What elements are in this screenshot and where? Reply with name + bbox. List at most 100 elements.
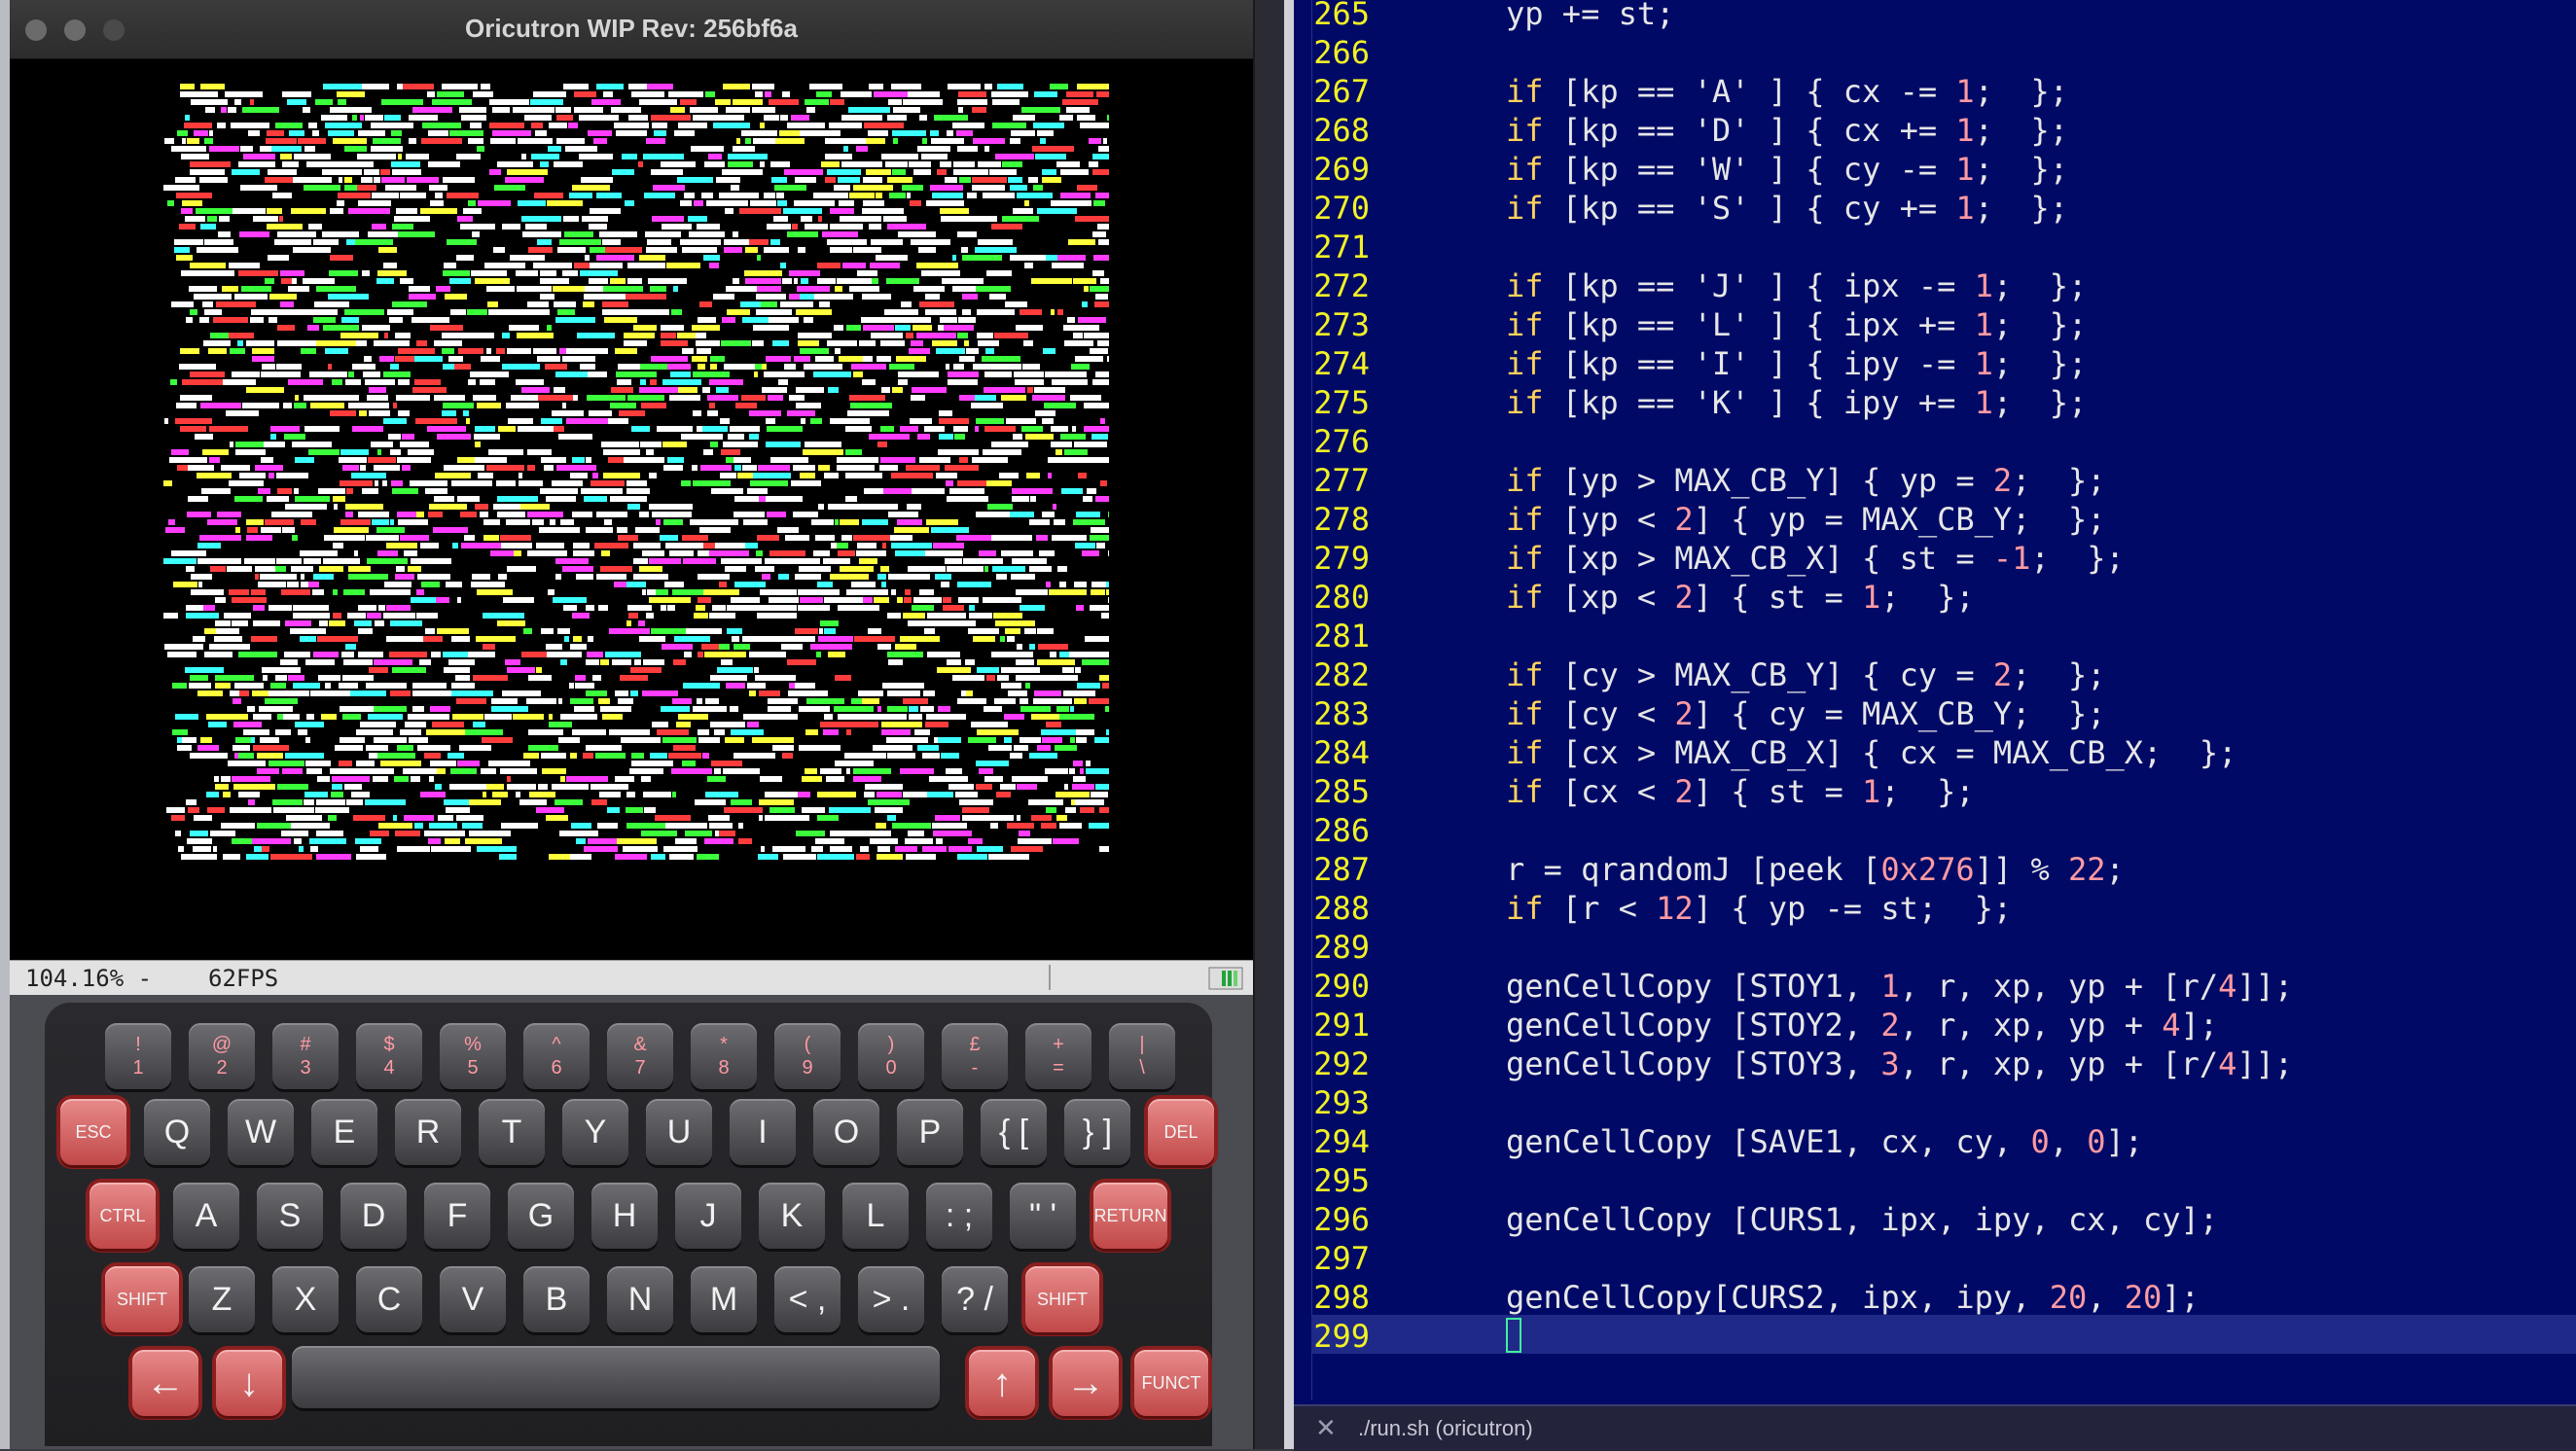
screen-noise-block: [745, 543, 758, 549]
key-v[interactable]: V: [440, 1266, 506, 1332]
right-arrow-key[interactable]: →: [1053, 1350, 1119, 1416]
screen-noise-block: [733, 231, 738, 237]
up-arrow-key[interactable]: ↑: [969, 1350, 1035, 1416]
key-funct[interactable]: FUNCT: [1134, 1350, 1208, 1416]
key-i[interactable]: I: [730, 1099, 796, 1165]
key-symbol[interactable]: " ': [1010, 1183, 1076, 1249]
key-t[interactable]: T: [479, 1099, 545, 1165]
key-symbol[interactable]: : ;: [926, 1183, 992, 1249]
code-line[interactable]: if [cy > MAX_CB_Y] { cy = 2; };: [1506, 655, 2106, 694]
key-q[interactable]: Q: [144, 1099, 210, 1165]
key-symbol[interactable]: } ]: [1064, 1099, 1130, 1165]
key-p[interactable]: P: [897, 1099, 963, 1165]
down-arrow-key[interactable]: ↓: [216, 1350, 282, 1416]
key-8[interactable]: * 8: [691, 1023, 757, 1089]
screen-noise-block: [822, 231, 858, 237]
screen-noise-block: [554, 387, 565, 393]
key-5[interactable]: % 5: [440, 1023, 506, 1089]
key-g[interactable]: G: [508, 1183, 574, 1249]
screen-noise-block: [244, 558, 263, 564]
key-l[interactable]: L: [842, 1183, 909, 1249]
key-6[interactable]: ^ 6: [523, 1023, 590, 1089]
screen-noise-block: [796, 403, 821, 408]
code-line[interactable]: if [cx > MAX_CB_X] { cx = MAX_CB_X; };: [1506, 733, 2236, 772]
code-line[interactable]: genCellCopy [STOY1, 1, r, xp, yp + [r/4]…: [1506, 967, 2293, 1006]
key-symbol[interactable]: £ -: [942, 1023, 1008, 1089]
key-0[interactable]: ) 0: [858, 1023, 924, 1089]
key-z[interactable]: Z: [189, 1266, 255, 1332]
key-c[interactable]: C: [356, 1266, 422, 1332]
code-editor[interactable]: 265 yp += st; 266 267 if [kp == 'A' ] { cx -…: [1294, 0, 2576, 1451]
code-line[interactable]: if [kp == 'D' ] { cx += 1; };: [1506, 111, 2068, 150]
code-line[interactable]: if [cy < 2] { cy = MAX_CB_Y; };: [1506, 694, 2106, 733]
key-h[interactable]: H: [591, 1183, 658, 1249]
key-shift[interactable]: SHIFT: [105, 1266, 179, 1332]
key-shift[interactable]: SHIFT: [1025, 1266, 1099, 1332]
key-2[interactable]: @2: [189, 1023, 255, 1089]
key-n[interactable]: N: [607, 1266, 673, 1332]
key-7[interactable]: & 7: [607, 1023, 673, 1089]
key-r[interactable]: R: [395, 1099, 461, 1165]
key-symbol[interactable]: + =: [1025, 1023, 1091, 1089]
key-symbol[interactable]: ? /: [942, 1266, 1008, 1332]
emulator-screen[interactable]: [10, 59, 1253, 960]
key-y[interactable]: Y: [562, 1099, 628, 1165]
screen-noise-block: [985, 348, 994, 354]
key-del[interactable]: DEL: [1148, 1099, 1214, 1165]
key-d[interactable]: D: [340, 1183, 407, 1249]
code-line[interactable]: if [kp == 'W' ] { cy -= 1; };: [1506, 150, 2068, 189]
left-arrow-key[interactable]: ←: [132, 1350, 198, 1416]
code-line[interactable]: if [kp == 'A' ] { cx -= 1; };: [1506, 72, 2068, 111]
code-line[interactable]: if [kp == 'I' ] { ipy -= 1; };: [1506, 344, 2087, 383]
code-line[interactable]: if [cx < 2] { st = 1; };: [1506, 772, 1975, 811]
code-line[interactable]: if [r < 12] { yp -= st; };: [1506, 889, 2012, 928]
code-line[interactable]: r = qrandomJ [peek [0x276]] % 22;: [1506, 850, 2125, 889]
key-9[interactable]: (9: [774, 1023, 841, 1089]
key-a[interactable]: A: [173, 1183, 239, 1249]
code-line[interactable]: if [yp > MAX_CB_Y] { yp = 2; };: [1506, 461, 2106, 500]
key-return[interactable]: RETURN: [1093, 1183, 1167, 1249]
screen-noise-block: [916, 333, 956, 338]
code-line[interactable]: if [kp == 'K' ] { ipy += 1; };: [1506, 383, 2087, 422]
code-line[interactable]: if [xp < 2] { st = 1; };: [1506, 578, 1975, 617]
key-symbol[interactable]: > .: [858, 1266, 924, 1332]
space-bar[interactable]: [292, 1346, 940, 1408]
key-e[interactable]: E: [311, 1099, 377, 1165]
title-bar[interactable]: Oricutron WIP Rev: 256bf6a: [10, 0, 1253, 59]
key-m[interactable]: M: [691, 1266, 757, 1332]
code-line[interactable]: genCellCopy[CURS2, ipx, ipy, 20, 20];: [1506, 1278, 2200, 1317]
screen-noise-block: [681, 480, 691, 486]
key-4[interactable]: $4: [356, 1023, 422, 1089]
key-s[interactable]: S: [257, 1183, 323, 1249]
key-symbol[interactable]: < ,: [774, 1266, 841, 1332]
code-line[interactable]: genCellCopy [SAVE1, cx, cy, 0, 0];: [1506, 1122, 2143, 1161]
code-line[interactable]: if [xp > MAX_CB_X] { st = -1; };: [1506, 539, 2125, 578]
screen-noise-block: [991, 91, 1028, 97]
key-3[interactable]: #3: [272, 1023, 339, 1089]
code-line[interactable]: genCellCopy [STOY3, 3, r, xp, yp + [r/4]…: [1506, 1044, 2293, 1083]
key-b[interactable]: B: [523, 1266, 590, 1332]
key-esc[interactable]: ESC: [60, 1099, 126, 1165]
key-ctrl[interactable]: CTRL: [89, 1183, 156, 1249]
code-line[interactable]: if [yp < 2] { yp = MAX_CB_Y; };: [1506, 500, 2106, 539]
key-w[interactable]: W: [228, 1099, 294, 1165]
code-line[interactable]: if [kp == 'J' ] { ipx -= 1; };: [1506, 266, 2087, 305]
key-backslash[interactable]: | \: [1109, 1023, 1175, 1089]
key-x[interactable]: X: [272, 1266, 339, 1332]
code-line[interactable]: genCellCopy [STOY2, 2, r, xp, yp + 4];: [1506, 1006, 2218, 1044]
code-line[interactable]: yp += st;: [1506, 0, 1674, 33]
code-line[interactable]: if [kp == 'S' ] { cy += 1; };: [1506, 189, 2068, 228]
screen-noise-block: [434, 496, 454, 502]
code-line[interactable]: genCellCopy [CURS1, ipx, ipy, cx, cy];: [1506, 1200, 2218, 1239]
key-symbol[interactable]: { [: [981, 1099, 1047, 1165]
key-k[interactable]: K: [759, 1183, 825, 1249]
key-1[interactable]: ! 1: [105, 1023, 171, 1089]
key-j[interactable]: J: [675, 1183, 741, 1249]
key-f[interactable]: F: [424, 1183, 490, 1249]
screen-noise-block: [1093, 255, 1109, 261]
terminal-tab-label[interactable]: ./run.sh (oricutron): [1358, 1416, 1533, 1441]
key-u[interactable]: U: [646, 1099, 712, 1165]
key-o[interactable]: O: [813, 1099, 879, 1165]
code-line[interactable]: if [kp == 'L' ] { ipx += 1; };: [1506, 305, 2087, 344]
close-tab-icon[interactable]: ✕: [1315, 1414, 1337, 1443]
